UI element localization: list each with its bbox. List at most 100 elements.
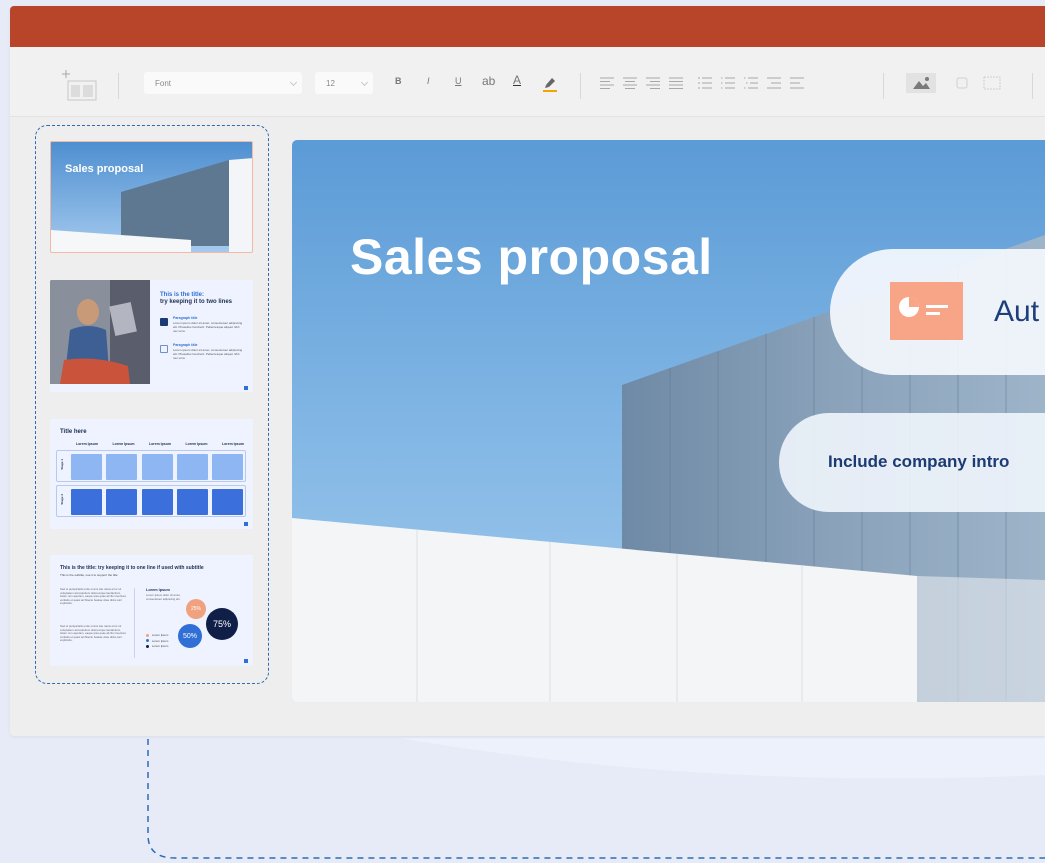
- insert-chart-icon[interactable]: [982, 75, 1002, 91]
- table-cell: [141, 489, 173, 515]
- formatting-toolbar: Font 12 B I U ab A: [10, 47, 1045, 117]
- table-cell: [106, 489, 138, 515]
- legend-swatch: [146, 633, 149, 637]
- font-select-value: Font: [155, 78, 172, 88]
- font-size-select[interactable]: 12: [315, 72, 373, 94]
- font-size-value: 12: [326, 78, 335, 88]
- slide-thumbnail-4[interactable]: This is the title: try keeping it to one…: [50, 555, 253, 666]
- slide-title[interactable]: Sales proposal: [350, 228, 713, 286]
- thumbnail-photo: [50, 280, 150, 384]
- thumbnail-footer: [50, 384, 253, 392]
- table-cell: [212, 454, 243, 480]
- legend-label: Lorem Ipsum: [152, 638, 169, 643]
- slide-canvas[interactable]: Sales proposal Aut Include company intro: [292, 140, 1045, 702]
- thumbnail-body: Sed ut perspiciatis unde omnis iste natu…: [60, 624, 127, 643]
- thumbnail-body: Sed ut perspiciatis unde omnis iste natu…: [60, 587, 127, 606]
- align-left-icon[interactable]: [600, 76, 614, 90]
- multilevel-list-icon[interactable]: [744, 76, 758, 90]
- slide-thumbnail-1-image: [51, 142, 252, 252]
- stat-bubble-25: 25%: [186, 599, 206, 619]
- table-cells: [71, 489, 243, 515]
- legend-swatch: [146, 644, 149, 648]
- column-header: Lorem Ipsum: [76, 442, 98, 446]
- presentation-icon: [890, 282, 963, 340]
- font-color-button[interactable]: A: [513, 73, 521, 87]
- slide-thumbnail-1[interactable]: Sales proposal: [50, 141, 253, 253]
- slide-thumbnail-2[interactable]: This is the title: try keeping it to two…: [50, 280, 253, 392]
- side-body: Lorem ipsum dolor sit amet, consectetuer…: [146, 593, 181, 601]
- toolbar-separator: [580, 73, 581, 99]
- title-bar: [10, 6, 1045, 47]
- legend-item: Lorem Ipsum: [146, 639, 168, 643]
- column-header: Lorem Ipsum: [185, 442, 208, 446]
- thumbnail-title: Title here: [60, 429, 87, 435]
- stat-bubble-50: 50%: [178, 624, 202, 648]
- toolbar-separator: [883, 73, 884, 99]
- thumbnail-title: This is the title: try keeping it to one…: [60, 565, 204, 571]
- paragraph-icon: [160, 345, 168, 353]
- legend-label: Lorem Ipsum: [152, 633, 169, 637]
- paragraph-icon: [160, 318, 168, 326]
- stat-bubble-75: 75%: [206, 608, 238, 640]
- row-label: Stage 1: [60, 459, 64, 470]
- table-cell: [176, 489, 208, 515]
- new-slide-icon[interactable]: [62, 69, 98, 101]
- divider: [134, 588, 135, 658]
- legend: Lorem Ipsum Lorem Ipsum Lorem Ipsum: [146, 633, 168, 648]
- page-marker: [244, 659, 248, 663]
- legend-swatch: [146, 639, 149, 642]
- paragraph-body: Lorem ipsum dolor sit amet, consectetuer…: [173, 321, 243, 333]
- insert-image-icon[interactable]: [906, 73, 936, 93]
- page-marker: [244, 386, 248, 390]
- numbered-list-icon[interactable]: [698, 76, 712, 90]
- underline-button[interactable]: U: [455, 76, 462, 86]
- feature-card[interactable]: Aut: [830, 249, 1045, 375]
- slide-thumbnail-3[interactable]: Title here Lorem Ipsum Lorem Ipsum Lorem…: [50, 419, 253, 529]
- thumbnail-subtitle: This is the subtitle, use it to support …: [60, 573, 118, 577]
- legend-label: Lorem Ipsum: [152, 644, 169, 648]
- toolbar-separator: [1032, 73, 1033, 99]
- increase-indent-icon[interactable]: [790, 76, 804, 90]
- row-label: Stage 2: [60, 494, 64, 505]
- thumbnail-title-line1: This is the title:: [160, 292, 205, 298]
- table-row: Stage 2: [56, 485, 246, 517]
- legend-item: Lorem Ipsum: [146, 644, 168, 648]
- chevron-down-icon: [289, 78, 298, 87]
- bold-button[interactable]: B: [395, 76, 402, 86]
- align-right-icon[interactable]: [646, 76, 660, 90]
- table-cell: [106, 454, 138, 480]
- paragraph-title: Paragraph title: [173, 343, 198, 347]
- italic-button[interactable]: I: [427, 76, 430, 86]
- table-cell: [176, 454, 208, 480]
- toolbar-separator: [118, 73, 119, 99]
- table-cell: [212, 489, 243, 515]
- align-justify-icon[interactable]: [669, 76, 683, 90]
- table-row: Stage 1: [56, 450, 246, 482]
- table-header: Lorem Ipsum Lorem Ipsum Lorem Ipsum Lore…: [70, 442, 250, 446]
- highlight-icon[interactable]: [542, 75, 558, 93]
- legend-item: Lorem Ipsum: [146, 633, 168, 637]
- bullet-list-icon[interactable]: [721, 76, 735, 90]
- insert-shape-icon[interactable]: [954, 75, 972, 91]
- intro-card[interactable]: Include company intro: [779, 413, 1045, 512]
- decrease-indent-icon[interactable]: [767, 76, 781, 90]
- thumbnail-title: Sales proposal: [65, 163, 144, 175]
- column-header: Lorem Ipsum: [112, 442, 135, 446]
- paragraph-title: Paragraph title: [173, 316, 198, 320]
- table-cells: [71, 454, 243, 480]
- strikethrough-button[interactable]: ab: [482, 74, 495, 88]
- feature-card-text: Aut: [994, 295, 1040, 328]
- column-header: Lorem Ipsum: [222, 442, 244, 446]
- font-select[interactable]: Font: [144, 72, 302, 94]
- column-header: Lorem Ipsum: [149, 442, 171, 446]
- table-cell: [141, 454, 173, 480]
- table-cell: [71, 489, 102, 515]
- chevron-down-icon: [360, 78, 369, 87]
- paragraph-body: Lorem ipsum dolor sit amet, consectetuer…: [173, 348, 243, 360]
- table-cell: [71, 454, 102, 480]
- side-title: Lorem Ipsum: [146, 588, 170, 592]
- page-marker: [244, 522, 248, 526]
- thumbnail-title-line2: try keeping it to two lines: [160, 299, 233, 305]
- align-center-icon[interactable]: [623, 76, 637, 90]
- intro-card-text: Include company intro: [828, 452, 1010, 471]
